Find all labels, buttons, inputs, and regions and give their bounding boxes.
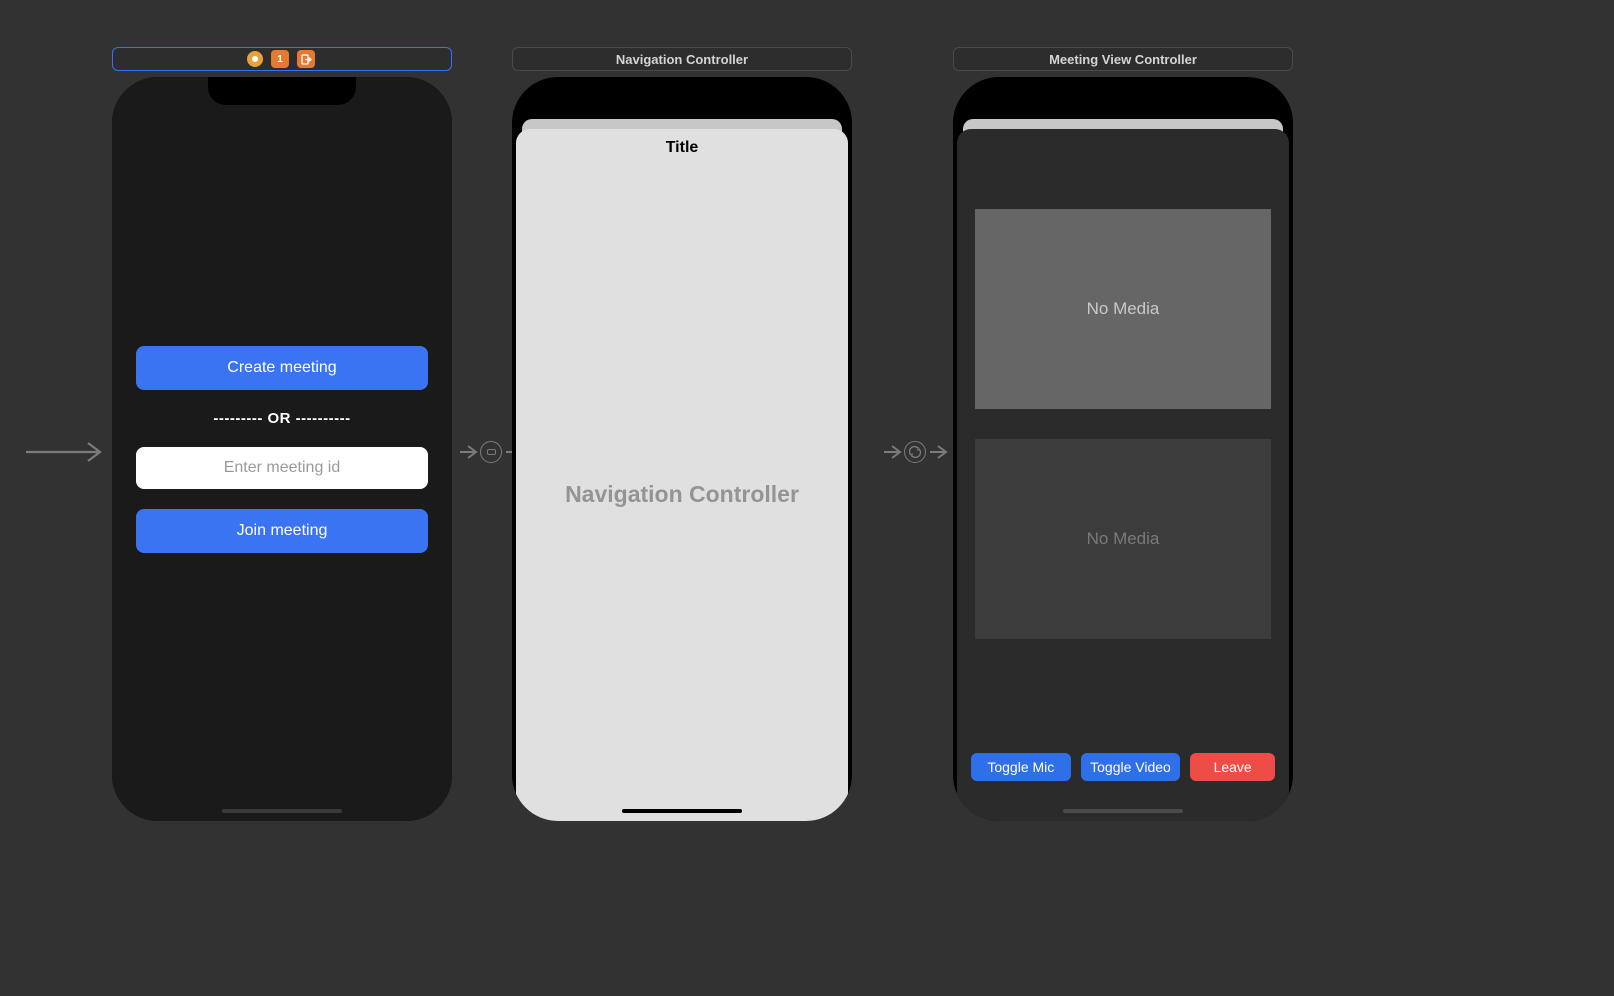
video-tile-remote-label: No Media <box>1087 299 1160 319</box>
phone-notch <box>1049 77 1197 105</box>
scene-navigation-controller[interactable]: Title Navigation Controller <box>512 77 852 821</box>
video-tile-local[interactable]: No Media <box>975 439 1271 639</box>
toggle-mic-button[interactable]: Toggle Mic <box>971 753 1071 781</box>
or-divider-label: --------- OR ---------- <box>136 410 428 427</box>
first-responder-icon: 1 <box>271 50 289 68</box>
segue-arrow-relationship[interactable] <box>884 440 950 464</box>
meeting-front-card: No Media No Media Toggle Mic Toggle Vide… <box>957 129 1289 821</box>
meeting-controls-bar: Toggle Mic Toggle Video Leave <box>971 753 1275 781</box>
leave-button[interactable]: Leave <box>1190 753 1275 781</box>
meeting-card-stack: No Media No Media Toggle Mic Toggle Vide… <box>957 119 1289 821</box>
scene-header-meeting-label: Meeting View Controller <box>1049 52 1197 67</box>
viewcontroller-icon <box>247 51 263 67</box>
exit-icon <box>297 50 315 68</box>
toggle-video-button[interactable]: Toggle Video <box>1081 753 1181 781</box>
meeting-id-input[interactable] <box>136 447 428 489</box>
join-meeting-button[interactable]: Join meeting <box>136 509 428 553</box>
nav-front-card: Title Navigation Controller <box>516 129 848 821</box>
scene-header-start[interactable]: 1 <box>112 47 452 71</box>
home-indicator <box>222 809 342 813</box>
storyboard-entry-arrow <box>24 440 106 464</box>
phone-notch <box>608 77 756 105</box>
scene-meeting-viewcontroller[interactable]: No Media No Media Toggle Mic Toggle Vide… <box>953 77 1293 821</box>
create-meeting-button[interactable]: Create meeting <box>136 346 428 390</box>
segue-relationship-icon <box>904 441 926 463</box>
scene-header-meeting[interactable]: Meeting View Controller <box>953 47 1293 71</box>
home-indicator <box>1063 809 1183 813</box>
video-tile-local-label: No Media <box>1087 529 1160 549</box>
home-indicator <box>622 809 742 813</box>
nav-placeholder-label: Navigation Controller <box>516 167 848 821</box>
start-screen-body: Create meeting --------- OR ---------- J… <box>112 77 452 821</box>
nav-card-stack: Title Navigation Controller <box>516 119 848 821</box>
segue-present-icon <box>480 441 502 463</box>
nav-bar-title: Title <box>516 129 848 167</box>
phone-notch <box>208 77 356 105</box>
video-tile-remote[interactable]: No Media <box>975 209 1271 409</box>
scene-header-nav[interactable]: Navigation Controller <box>512 47 852 71</box>
scene-header-nav-label: Navigation Controller <box>616 52 748 67</box>
scene-start-viewcontroller[interactable]: Create meeting --------- OR ---------- J… <box>112 77 452 821</box>
